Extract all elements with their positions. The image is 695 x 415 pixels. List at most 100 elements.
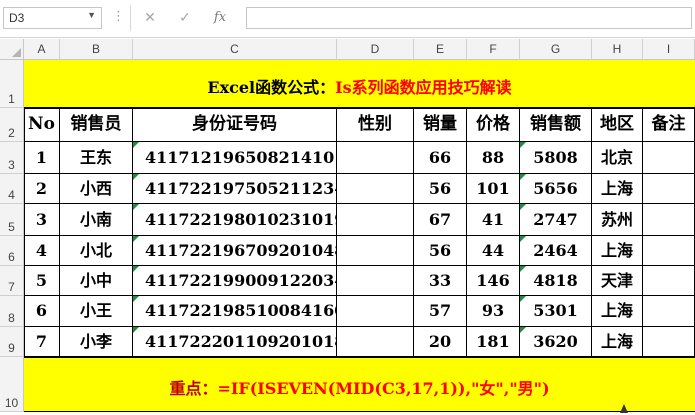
cell-no[interactable]: 7 [24,327,60,357]
cell-salesperson[interactable]: 小西 [60,174,133,204]
cell-price[interactable]: 93 [467,296,520,327]
cell-quantity[interactable]: 57 [414,296,467,327]
cell-id-number[interactable]: 411722198010231019 [133,204,337,236]
header-id-number[interactable]: 身份证号码 [133,108,337,142]
cell-gender[interactable] [337,174,414,204]
row-header-2[interactable]: 2 [0,108,24,142]
cell-gender[interactable] [337,327,414,357]
cell-note[interactable] [643,174,695,204]
cell-sales-amount[interactable]: 5301 [520,296,592,327]
cell-region[interactable]: 上海 [592,174,643,204]
cell-no[interactable]: 1 [24,142,60,174]
cell-salesperson[interactable]: 小李 [60,327,133,357]
column-header-g[interactable]: G [520,39,592,60]
row-header-8[interactable]: 8 [0,296,24,327]
column-header-e[interactable]: E [414,39,467,60]
cell-salesperson[interactable]: 小南 [60,204,133,236]
cell-quantity[interactable]: 20 [414,327,467,357]
cell-gender[interactable] [337,296,414,327]
select-all-corner[interactable] [0,39,24,60]
cell-no[interactable]: 2 [24,174,60,204]
header-region[interactable]: 地区 [592,108,643,142]
cell-note[interactable] [643,266,695,296]
enter-icon[interactable]: ✓ [173,7,197,29]
cell-id-number[interactable]: 411722197505211234 [133,174,337,204]
cell-note[interactable] [643,327,695,357]
cell-quantity[interactable]: 66 [414,142,467,174]
formula-input[interactable] [246,7,692,29]
cell-id-number[interactable]: 411722201109201018 [133,327,337,357]
column-header-c[interactable]: C [133,39,337,60]
key-point-banner[interactable]: 重点：=IF(ISEVEN(MID(C3,17,1)),"女","男") [24,357,695,412]
row-header-5[interactable]: 5 [0,204,24,236]
cell-id-number[interactable]: 411712196508214101 [133,142,337,174]
header-quantity[interactable]: 销量 [414,108,467,142]
cell-salesperson[interactable]: 小北 [60,236,133,266]
cell-no[interactable]: 5 [24,266,60,296]
cell-id-number[interactable]: 411722198510084160 [133,296,337,327]
row-header-10[interactable]: 10 [0,357,24,412]
column-header-d[interactable]: D [337,39,414,60]
cell-sales-amount[interactable]: 5656 [520,174,592,204]
cell-sales-amount[interactable]: 5808 [520,142,592,174]
cell-quantity[interactable]: 33 [414,266,467,296]
cell-price[interactable]: 88 [467,142,520,174]
row-header-4[interactable]: 4 [0,174,24,204]
cell-note[interactable] [643,296,695,327]
cell-salesperson[interactable]: 王东 [60,142,133,174]
cell-gender[interactable] [337,266,414,296]
cell-sales-amount[interactable]: 4818 [520,266,592,296]
cell-quantity[interactable]: 56 [414,174,467,204]
cell-region[interactable]: 上海 [592,296,643,327]
header-salesperson[interactable]: 销售员 [60,108,133,142]
column-header-f[interactable]: F [467,39,520,60]
cell-region[interactable]: 北京 [592,142,643,174]
cell-price[interactable]: 181 [467,327,520,357]
insert-function-icon[interactable]: fx [208,7,232,29]
cell-price[interactable]: 44 [467,236,520,266]
cell-id-number[interactable]: 411722196709201048 [133,236,337,266]
row-header-7[interactable]: 7 [0,266,24,296]
cell-no[interactable]: 3 [24,204,60,236]
cell-note[interactable] [643,204,695,236]
cell-quantity[interactable]: 56 [414,236,467,266]
column-header-a[interactable]: A [24,39,60,60]
cell-sales-amount[interactable]: 2464 [520,236,592,266]
cell-price[interactable]: 146 [467,266,520,296]
cell-note[interactable] [643,142,695,174]
row-header-9[interactable]: 9 [0,327,24,357]
row-header-3[interactable]: 3 [0,142,24,174]
cell-region[interactable]: 苏州 [592,204,643,236]
cell-price[interactable]: 41 [467,204,520,236]
cell-no[interactable]: 4 [24,236,60,266]
cell-region[interactable]: 上海 [592,236,643,266]
cell-no[interactable]: 6 [24,296,60,327]
header-note[interactable]: 备注 [643,108,695,142]
cell-salesperson[interactable]: 小王 [60,296,133,327]
header-sales-amount[interactable]: 销售额 [520,108,592,142]
cell-gender[interactable] [337,142,414,174]
title-banner[interactable]: Excel函数公式：Is系列函数应用技巧解读 [24,60,695,108]
more-options-icon[interactable]: ⋮ [112,9,125,24]
cell-note[interactable] [643,236,695,266]
cell-gender[interactable] [337,204,414,236]
cell-region[interactable]: 天津 [592,266,643,296]
row-header-6[interactable]: 6 [0,236,24,266]
cell-id-number[interactable]: 411722199009122034 [133,266,337,296]
row-header-1[interactable]: 1 [0,60,24,108]
cell-salesperson[interactable]: 小中 [60,266,133,296]
header-price[interactable]: 价格 [467,108,520,142]
name-box[interactable]: D3 ▼ [3,7,102,29]
cell-price[interactable]: 101 [467,174,520,204]
cell-quantity[interactable]: 67 [414,204,467,236]
column-header-b[interactable]: B [60,39,133,60]
column-header-h[interactable]: H [592,39,643,60]
cell-sales-amount[interactable]: 3620 [520,327,592,357]
cell-region[interactable]: 上海 [592,327,643,357]
header-gender[interactable]: 性别 [337,108,414,142]
cell-sales-amount[interactable]: 2747 [520,204,592,236]
cancel-icon[interactable]: ✕ [138,7,162,29]
header-no[interactable]: No [24,108,60,142]
chevron-down-icon[interactable]: ▼ [87,10,96,20]
column-header-i[interactable]: I [643,39,695,60]
